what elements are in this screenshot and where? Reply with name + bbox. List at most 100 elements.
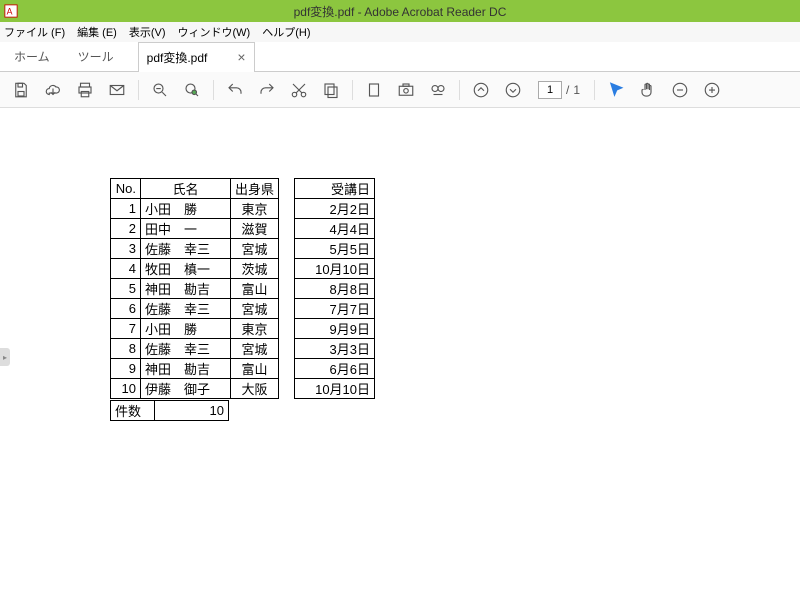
col-pref: 出身県 (231, 179, 279, 199)
cell-pref: 宮城 (231, 299, 279, 319)
table-row: 6佐藤 幸三宮城7月7日 (111, 299, 375, 319)
cell-name: 田中 一 (141, 219, 231, 239)
cell-spacer (279, 299, 295, 319)
document-viewer[interactable]: No. 氏名 出身県 受講日 1小田 勝東京2月2日2田中 一滋賀4月4日3佐藤… (0, 108, 800, 600)
cell-spacer (279, 339, 295, 359)
toolbar: / 1 (0, 72, 800, 108)
separator (594, 80, 595, 100)
window-title: pdf変換.pdf - Adobe Acrobat Reader DC (294, 3, 507, 20)
cell-date: 10月10日 (295, 259, 375, 279)
zoom-out-icon[interactable] (147, 77, 173, 103)
mail-icon[interactable] (104, 77, 130, 103)
cell-date: 5月5日 (295, 239, 375, 259)
cell-date: 8月8日 (295, 279, 375, 299)
menu-file[interactable]: ファイル (F) (4, 24, 65, 40)
cloud-icon[interactable] (40, 77, 66, 103)
tab-bar: ホーム ツール pdf変換.pdf × (0, 42, 800, 72)
menu-window[interactable]: ウィンドウ(W) (178, 24, 251, 40)
cell-spacer (279, 379, 295, 399)
cell-date: 6月6日 (295, 359, 375, 379)
page-current-input[interactable] (538, 81, 562, 99)
count-label: 件数 (111, 401, 155, 421)
cell-name: 佐藤 幸三 (141, 299, 231, 319)
close-icon[interactable]: × (237, 49, 245, 65)
cell-pref: 大阪 (231, 379, 279, 399)
cell-date: 3月3日 (295, 339, 375, 359)
cell-no: 9 (111, 359, 141, 379)
cell-date: 4月4日 (295, 219, 375, 239)
separator (213, 80, 214, 100)
menu-view[interactable]: 表示(V) (129, 24, 166, 40)
print-icon[interactable] (72, 77, 98, 103)
tab-tools[interactable]: ツール (64, 42, 128, 71)
zoom-in-button-icon[interactable] (699, 77, 725, 103)
cell-spacer (279, 239, 295, 259)
cell-name: 牧田 槙一 (141, 259, 231, 279)
pointer-icon[interactable] (603, 77, 629, 103)
cell-pref: 東京 (231, 199, 279, 219)
pdf-page: No. 氏名 出身県 受講日 1小田 勝東京2月2日2田中 一滋賀4月4日3佐藤… (20, 118, 780, 580)
table-row: 9神田 勘吉富山 6月6日 (111, 359, 375, 379)
cell-date: 2月2日 (295, 199, 375, 219)
tab-document-label: pdf変換.pdf (147, 49, 208, 66)
cell-spacer (279, 319, 295, 339)
hand-icon[interactable] (635, 77, 661, 103)
find-icon[interactable] (425, 77, 451, 103)
col-spacer (279, 179, 295, 199)
cell-no: 5 (111, 279, 141, 299)
menu-help[interactable]: ヘルプ(H) (262, 24, 310, 40)
cell-name: 神田 勘吉 (141, 359, 231, 379)
page-sep: / (566, 83, 569, 97)
cell-pref: 富山 (231, 279, 279, 299)
cell-no: 3 (111, 239, 141, 259)
col-date: 受講日 (295, 179, 375, 199)
cell-spacer (279, 219, 295, 239)
page-indicator: / 1 (538, 81, 580, 99)
zoom-check-icon[interactable] (179, 77, 205, 103)
svg-text:A: A (7, 7, 13, 17)
cell-date: 9月9日 (295, 319, 375, 339)
cell-no: 4 (111, 259, 141, 279)
cell-name: 佐藤 幸三 (141, 339, 231, 359)
separator (138, 80, 139, 100)
table-header-row: No. 氏名 出身県 受講日 (111, 179, 375, 199)
cell-no: 1 (111, 199, 141, 219)
cell-date: 10月10日 (295, 379, 375, 399)
menu-edit[interactable]: 編集 (E) (77, 24, 117, 40)
tab-home[interactable]: ホーム (0, 42, 64, 71)
tab-document[interactable]: pdf変換.pdf × (138, 42, 255, 72)
cell-date: 7月7日 (295, 299, 375, 319)
page-total: 1 (573, 83, 580, 97)
table-row: 4牧田 槙一茨城 10月10日 (111, 259, 375, 279)
undo-icon[interactable] (222, 77, 248, 103)
separator (459, 80, 460, 100)
left-panel-handle[interactable] (0, 348, 10, 366)
table-row: 7小田 勝東京9月9日 (111, 319, 375, 339)
save-icon[interactable] (8, 77, 34, 103)
cell-name: 小田 勝 (141, 319, 231, 339)
table-row: 3佐藤 幸三宮城5月5日 (111, 239, 375, 259)
col-no: No. (111, 179, 141, 199)
app-icon: A (4, 4, 18, 18)
count-table: 件数 10 (110, 400, 229, 421)
snapshot-icon[interactable] (393, 77, 419, 103)
cell-pref: 茨城 (231, 259, 279, 279)
table-row: 8佐藤 幸三宮城3月3日 (111, 339, 375, 359)
copy-icon[interactable] (318, 77, 344, 103)
table-row: 1小田 勝東京 2月2日 (111, 199, 375, 219)
page-up-icon[interactable] (468, 77, 494, 103)
cell-pref: 宮城 (231, 239, 279, 259)
separator (352, 80, 353, 100)
data-table: No. 氏名 出身県 受講日 1小田 勝東京2月2日2田中 一滋賀4月4日3佐藤… (110, 178, 375, 399)
cell-pref: 富山 (231, 359, 279, 379)
cell-pref: 滋賀 (231, 219, 279, 239)
table-row: 2田中 一滋賀4月4日 (111, 219, 375, 239)
menubar: ファイル (F) 編集 (E) 表示(V) ウィンドウ(W) ヘルプ(H) (0, 22, 800, 42)
cut-icon[interactable] (286, 77, 312, 103)
count-value: 10 (155, 401, 229, 421)
page-down-icon[interactable] (500, 77, 526, 103)
page-fit-icon[interactable] (361, 77, 387, 103)
redo-icon[interactable] (254, 77, 280, 103)
zoom-out-button-icon[interactable] (667, 77, 693, 103)
cell-name: 小田 勝 (141, 199, 231, 219)
